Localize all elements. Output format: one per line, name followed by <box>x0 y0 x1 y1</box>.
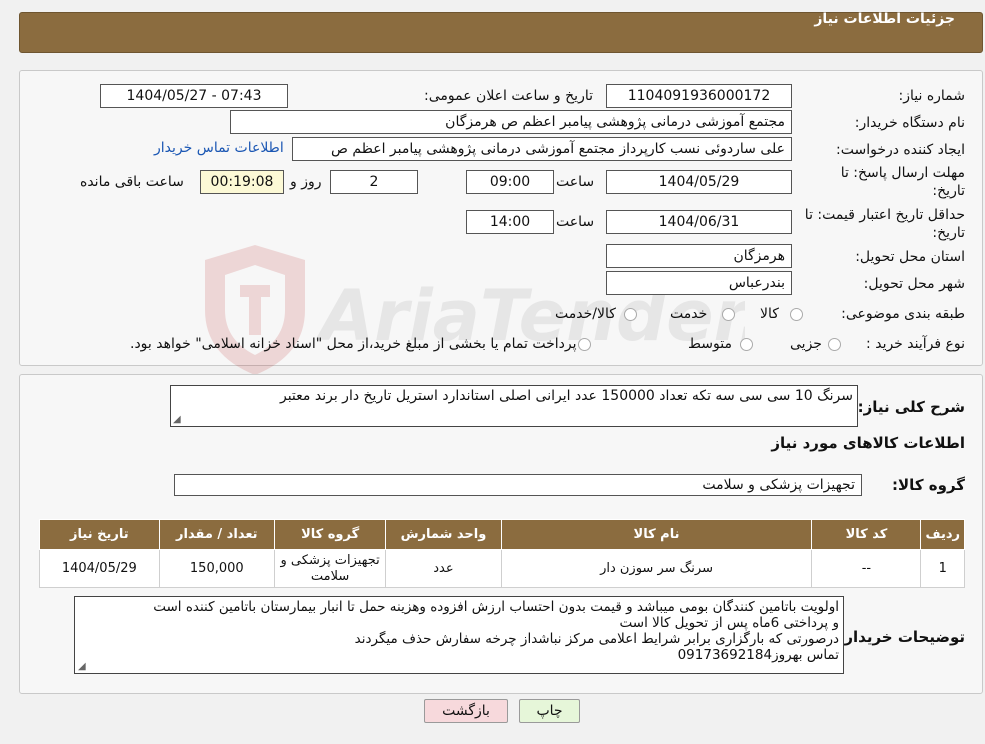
days-label: روز و <box>290 174 322 190</box>
col-group: گروه کالا <box>273 519 387 550</box>
deadline-time-field: 09:00 <box>466 170 554 194</box>
city-label: شهر محل تحویل: <box>863 276 965 292</box>
col-name: نام کالا <box>500 519 813 550</box>
col-unit: واحد شمارش <box>385 519 502 550</box>
announce-field: 1404/05/27 - 07:43 <box>100 84 288 108</box>
process-label: نوع فرآیند خرید : <box>866 336 965 352</box>
remaining-label: ساعت باقی مانده <box>80 174 184 190</box>
buyer-org-field: مجتمع آموزشی درمانی پژوهشی پیامبر اعظم ص… <box>230 110 792 134</box>
cell-code: -- <box>811 549 922 588</box>
notes-resize-icon[interactable]: ◢ <box>78 661 86 672</box>
col-code: کد کالا <box>811 519 922 550</box>
col-qty: تعداد / مقدار <box>158 519 275 550</box>
goods-group-label: گروه کالا: <box>892 476 965 494</box>
category-radio-goods-service[interactable] <box>624 308 637 321</box>
province-field: هرمزگان <box>606 244 792 268</box>
process-radio-treasury[interactable] <box>578 338 591 351</box>
print-button[interactable]: چاپ <box>519 699 580 723</box>
buyer-notes-line: درصورتی که بارگزاری برابر شرایط اعلامی م… <box>354 631 839 647</box>
need-number-label: شماره نیاز: <box>898 88 966 104</box>
deadline-date-field: 1404/05/29 <box>606 170 792 194</box>
col-row: ردیف <box>920 519 965 550</box>
process-radio-medium[interactable] <box>740 338 753 351</box>
process-option-medium: متوسط <box>688 336 732 352</box>
need-number-field: 1104091936000172 <box>606 84 792 108</box>
validity-label: حداقل تاریخ اعتبار قیمت: تا تاریخ: <box>804 207 965 241</box>
validity-time-field: 14:00 <box>466 210 554 234</box>
buyer-notes-line: اولویت باتامین کنندگان بومی میباشد و قیم… <box>153 599 839 615</box>
buyer-notes-line: و پرداختی 6ماه پس از تحویل کالا است <box>619 615 839 631</box>
creator-field: علی ساردوئی نسب کارپرداز مجتمع آموزشی در… <box>292 137 792 161</box>
buyer-notes-line: تماس بهروز09173692184 <box>677 647 839 663</box>
category-option-goods: کالا <box>760 306 779 322</box>
back-button[interactable]: بازگشت <box>424 699 508 723</box>
goods-table: ردیف کد کالا نام کالا واحد شمارش گروه کا… <box>39 519 965 588</box>
cell-group: تجهیزات پزشکی و سلامت <box>273 549 387 588</box>
category-option-service: خدمت <box>670 306 708 322</box>
days-field: 2 <box>330 170 418 194</box>
buyer-contact-link[interactable]: اطلاعات تماس خریدار <box>154 140 284 156</box>
category-label: طبقه بندی موضوعی: <box>841 306 965 322</box>
process-option-small: جزیی <box>790 336 822 352</box>
goods-section-title: اطلاعات کالاهای مورد نیاز <box>771 434 965 452</box>
remaining-time-field: 00:19:08 <box>200 170 284 194</box>
process-radio-small[interactable] <box>828 338 841 351</box>
summary-resize-icon[interactable]: ◢ <box>173 414 181 425</box>
validity-time-label: ساعت <box>556 214 595 230</box>
deadline-time-label: ساعت <box>556 174 595 190</box>
creator-label: ایجاد کننده درخواست: <box>836 142 965 158</box>
cell-row: 1 <box>920 549 965 588</box>
process-note: پرداخت تمام یا بخشی از مبلغ خرید،از محل … <box>130 336 577 352</box>
announce-label: تاریخ و ساعت اعلان عمومی: <box>424 88 593 104</box>
goods-table-header: ردیف کد کالا نام کالا واحد شمارش گروه کا… <box>39 519 965 550</box>
city-field: بندرعباس <box>606 271 792 295</box>
summary-textarea[interactable]: سرنگ 10 سی سی سه تکه تعداد 150000 عدد ای… <box>170 385 858 427</box>
cell-unit: عدد <box>385 549 502 588</box>
col-date: تاریخ نیاز <box>39 519 160 550</box>
cell-qty: 150,000 <box>158 549 275 588</box>
category-option-goods-service: کالا/خدمت <box>555 306 616 322</box>
province-label: استان محل تحویل: <box>855 249 965 265</box>
deadline-label: مهلت ارسال پاسخ: تا تاریخ: <box>840 165 965 199</box>
category-radio-service[interactable] <box>722 308 735 321</box>
category-radio-goods[interactable] <box>790 308 803 321</box>
page-title: جزئیات اطلاعات نیاز <box>814 11 955 27</box>
cell-name: سرنگ سر سوزن دار <box>500 549 813 588</box>
table-row: 1 -- سرنگ سر سوزن دار عدد تجهیزات پزشکی … <box>39 549 965 588</box>
cell-date: 1404/05/29 <box>39 549 160 588</box>
buyer-org-label: نام دستگاه خریدار: <box>854 115 965 131</box>
goods-group-field: تجهیزات پزشکی و سلامت <box>174 474 862 496</box>
buyer-notes-label: توضیحات خریدار: <box>838 628 965 646</box>
validity-date-field: 1404/06/31 <box>606 210 792 234</box>
buyer-notes-textarea[interactable]: اولویت باتامین کنندگان بومی میباشد و قیم… <box>74 596 844 674</box>
summary-text: سرنگ 10 سی سی سه تکه تعداد 150000 عدد ای… <box>279 388 853 404</box>
summary-label: شرح کلی نیاز: <box>857 398 965 416</box>
